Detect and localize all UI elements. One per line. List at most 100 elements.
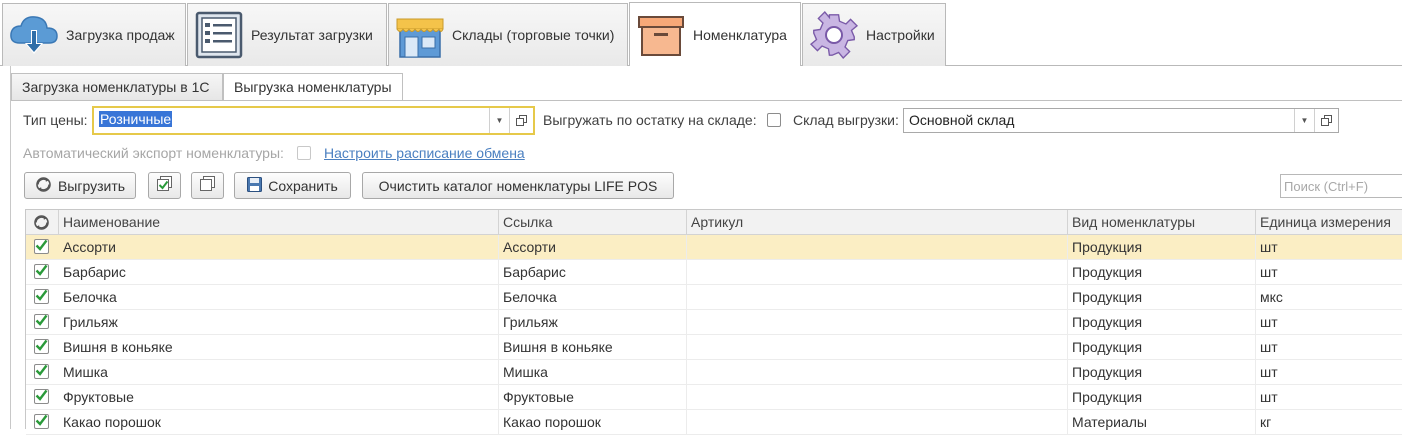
cell-name[interactable]: Грильяж xyxy=(59,310,499,335)
header-article[interactable]: Артикул xyxy=(687,210,1068,235)
row-checkbox[interactable] xyxy=(34,264,49,279)
check-all-button[interactable] xyxy=(148,172,181,199)
cell-unit[interactable]: шт xyxy=(1256,260,1402,285)
tab-upload-result[interactable]: Результат загрузки xyxy=(187,3,387,66)
cell-article[interactable] xyxy=(687,285,1068,310)
cell-kind[interactable]: Продукция xyxy=(1068,310,1256,335)
subtab-export-nomenclature[interactable]: Выгрузка номенклатуры xyxy=(223,73,403,101)
floppy-disk-icon xyxy=(247,176,263,195)
cell-name[interactable]: Какао порошок xyxy=(59,410,499,435)
export-button[interactable]: Выгрузить xyxy=(24,172,136,199)
uncheck-all-button[interactable] xyxy=(191,172,224,199)
cell-ref[interactable]: Грильяж xyxy=(499,310,687,335)
row-checkbox[interactable] xyxy=(34,339,49,354)
checkmark-icon xyxy=(35,364,48,376)
header-kind[interactable]: Вид номенклатуры xyxy=(1068,210,1256,235)
chevron-down-icon[interactable]: ▼ xyxy=(489,108,509,133)
nomenclature-table: Наименование Ссылка Артикул Вид номенкла… xyxy=(25,209,1402,435)
tab-warehouses[interactable]: Склады (торговые точки) xyxy=(388,3,628,66)
auto-export-label: Автоматический экспорт номенклатуры: xyxy=(23,145,284,161)
cell-ref[interactable]: Фруктовые xyxy=(499,385,687,410)
header-unit[interactable]: Единица измерения xyxy=(1256,210,1402,235)
cell-unit[interactable]: шт xyxy=(1256,310,1402,335)
tab-sales-upload[interactable]: Загрузка продаж xyxy=(2,3,186,66)
cell-article[interactable] xyxy=(687,410,1068,435)
open-form-icon[interactable] xyxy=(1314,109,1338,132)
warehouse-field[interactable]: Основной склад ▼ xyxy=(903,108,1339,133)
by-stock-checkbox[interactable] xyxy=(767,113,781,127)
cell-name[interactable]: Барбарис xyxy=(59,260,499,285)
table-row[interactable]: Какао порошок Какао порошок Материалы кг xyxy=(26,410,1402,435)
cell-kind[interactable]: Продукция xyxy=(1068,335,1256,360)
cell-name[interactable]: Фруктовые xyxy=(59,385,499,410)
cell-name[interactable]: Мишка xyxy=(59,360,499,385)
clear-catalog-button[interactable]: Очистить каталог номенклатуры LIFE POS xyxy=(362,172,674,199)
header-name[interactable]: Наименование xyxy=(59,210,499,235)
main-tab-bar: Загрузка продаж Результат загрузки Склад xyxy=(0,0,1402,66)
tab-label: Загрузка продаж xyxy=(66,27,175,43)
open-form-icon[interactable] xyxy=(509,108,533,133)
cell-unit[interactable]: шт xyxy=(1256,360,1402,385)
search-placeholder: Поиск (Ctrl+F) xyxy=(1284,179,1369,194)
auto-export-checkbox[interactable] xyxy=(297,146,311,160)
header-ref[interactable]: Ссылка xyxy=(499,210,687,235)
cell-name[interactable]: Ассорти xyxy=(59,235,499,260)
cell-article[interactable] xyxy=(687,385,1068,410)
row-checkbox[interactable] xyxy=(34,239,49,254)
cell-article[interactable] xyxy=(687,360,1068,385)
cell-name[interactable]: Белочка xyxy=(59,285,499,310)
checkmark-icon xyxy=(35,389,48,401)
row-checkbox[interactable] xyxy=(34,414,49,429)
cell-ref[interactable]: Вишня в коньяке xyxy=(499,335,687,360)
cell-ref[interactable]: Мишка xyxy=(499,360,687,385)
table-row[interactable]: Белочка Белочка Продукция мкс xyxy=(26,285,1402,310)
search-input[interactable]: Поиск (Ctrl+F) xyxy=(1280,174,1402,198)
table-row[interactable]: Мишка Мишка Продукция шт xyxy=(26,360,1402,385)
row-checkbox[interactable] xyxy=(34,389,49,404)
tab-nomenclature[interactable]: Номенклатура xyxy=(629,2,801,66)
schedule-link[interactable]: Настроить расписание обмена xyxy=(324,145,525,161)
cell-kind[interactable]: Материалы xyxy=(1068,410,1256,435)
chevron-down-icon[interactable]: ▼ xyxy=(1294,109,1314,132)
cell-ref[interactable]: Барбарис xyxy=(499,260,687,285)
row-checkbox[interactable] xyxy=(34,314,49,329)
cell-unit[interactable]: мкс xyxy=(1256,285,1402,310)
checkmark-icon xyxy=(35,314,48,326)
cell-unit[interactable]: кг xyxy=(1256,410,1402,435)
table-header: Наименование Ссылка Артикул Вид номенкла… xyxy=(26,210,1402,235)
cell-kind[interactable]: Продукция xyxy=(1068,260,1256,285)
row-checkbox[interactable] xyxy=(34,289,49,304)
cell-article[interactable] xyxy=(687,235,1068,260)
cell-ref[interactable]: Ассорти xyxy=(499,235,687,260)
table-row[interactable]: Вишня в коньяке Вишня в коньяке Продукция ш… xyxy=(26,335,1402,360)
cell-name[interactable]: Вишня в коньяке xyxy=(59,335,499,360)
cell-ref[interactable]: Какао порошок xyxy=(499,410,687,435)
table-row[interactable]: Грильяж Грильяж Продукция шт xyxy=(26,310,1402,335)
tab-settings[interactable]: Настройки xyxy=(802,3,946,66)
cell-kind[interactable]: Продукция xyxy=(1068,385,1256,410)
cell-unit[interactable]: шт xyxy=(1256,235,1402,260)
cell-kind[interactable]: Продукция xyxy=(1068,235,1256,260)
save-button[interactable]: Сохранить xyxy=(234,172,351,199)
store-icon xyxy=(394,9,446,61)
save-label: Сохранить xyxy=(268,177,338,194)
row-checkbox[interactable] xyxy=(34,364,49,379)
cell-article[interactable] xyxy=(687,335,1068,360)
cell-kind[interactable]: Продукция xyxy=(1068,285,1256,310)
cell-kind[interactable]: Продукция xyxy=(1068,360,1256,385)
cell-article[interactable] xyxy=(687,310,1068,335)
list-document-icon xyxy=(193,9,245,61)
header-export-flag[interactable] xyxy=(26,210,59,235)
table-row[interactable]: Фруктовые Фруктовые Продукция шт xyxy=(26,385,1402,410)
box-icon xyxy=(635,9,687,61)
cell-unit[interactable]: шт xyxy=(1256,335,1402,360)
sync-globe-icon xyxy=(35,176,52,196)
cell-unit[interactable]: шт xyxy=(1256,385,1402,410)
table-row[interactable]: Барбарис Барбарис Продукция шт xyxy=(26,260,1402,285)
checkmark-icon xyxy=(35,239,48,251)
subtab-import-to-1c[interactable]: Загрузка номенклатуры в 1С xyxy=(11,73,223,100)
cell-ref[interactable]: Белочка xyxy=(499,285,687,310)
price-type-field[interactable]: Розничные ▼ xyxy=(92,106,535,135)
table-row[interactable]: Ассорти Ассорти Продукция шт xyxy=(26,235,1402,260)
cell-article[interactable] xyxy=(687,260,1068,285)
